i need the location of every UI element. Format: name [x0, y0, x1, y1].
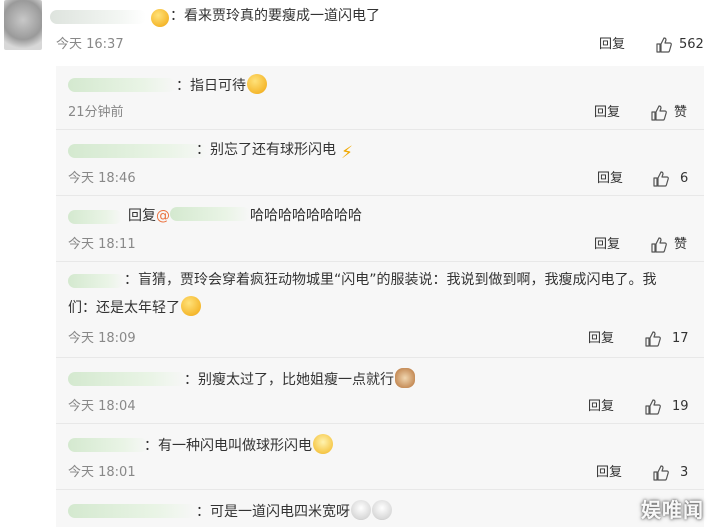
- bun-face-emoji-icon: [372, 500, 392, 520]
- mentioned-username-blurred[interactable]: [170, 207, 250, 221]
- crying-laugh-emoji-icon: [181, 296, 201, 316]
- thumbs-up-icon[interactable]: [644, 398, 662, 416]
- like-count: 19: [672, 399, 689, 414]
- bun-face-emoji-icon: [351, 500, 371, 520]
- reply-time: 今天 18:09: [68, 331, 136, 346]
- mention-link[interactable]: @: [156, 208, 170, 224]
- reply-text: 回复@ 哈哈哈哈哈哈哈哈: [128, 206, 362, 226]
- reply-text-line2: 们：还是太年轻了: [68, 296, 201, 318]
- reply-text-content: ：别忘了还有球形闪电: [196, 142, 336, 158]
- reply-text: ：别瘦太过了，比她姐瘦一点就行: [184, 368, 415, 390]
- username-blurred[interactable]: [68, 438, 148, 452]
- reply-button[interactable]: 回复: [588, 398, 614, 416]
- reply-text-content: ：指日可待: [176, 78, 246, 94]
- reply-button[interactable]: 回复: [594, 104, 620, 122]
- replies-panel: ：指日可待 21分钟前 回复 赞 ：别忘了还有球形闪电 ⚡ 今天 18:46 回复…: [56, 66, 704, 527]
- reply-text-content: ：别瘦太过了，比她姐瘦一点就行: [184, 372, 394, 388]
- like-count: 3: [680, 465, 689, 480]
- avatar[interactable]: [4, 0, 42, 50]
- like-count: 赞: [674, 237, 688, 252]
- like-count: 17: [672, 331, 689, 346]
- reply-button[interactable]: 回复: [599, 36, 625, 54]
- username-blurred[interactable]: [68, 210, 122, 224]
- face-emoji-icon: [247, 74, 267, 94]
- reply-item: ：别忘了还有球形闪电 ⚡ 今天 18:46 回复 6: [56, 130, 704, 196]
- shush-emoji-icon: [313, 434, 333, 454]
- watermark-logo: 娱唯闻: [641, 498, 704, 522]
- username-blurred[interactable]: [68, 274, 124, 288]
- comment-text: ：看来贾玲真的要瘦成一道闪电了: [170, 8, 380, 24]
- main-comment: ：看来贾玲真的要瘦成一道闪电了 今天 16:37 回复 562: [0, 0, 712, 62]
- username-blurred[interactable]: [68, 78, 176, 92]
- reply-button[interactable]: 回复: [597, 170, 623, 188]
- reply-prefix: 回复: [128, 208, 156, 224]
- comment-time: 今天 16:37: [56, 37, 124, 52]
- reply-button[interactable]: 回复: [596, 464, 622, 482]
- reply-time: 今天 18:46: [68, 171, 136, 186]
- cat-emoji-icon: [395, 368, 415, 388]
- thumbs-up-icon[interactable]: [650, 236, 668, 254]
- lightning-icon: ⚡: [341, 143, 353, 163]
- reply-item: ：别瘦太过了，比她姐瘦一点就行 今天 18:04 回复 19: [56, 358, 704, 424]
- like-count: 6: [680, 171, 689, 186]
- reply-text: ：有一种闪电叫做球形闪电: [144, 434, 333, 456]
- like-count: 562: [679, 37, 704, 52]
- reply-item: ：盲猜，贾玲会穿着疯狂动物城里“闪电”的服装说：我说到做到啊，我瘦成闪电了。我 …: [56, 262, 704, 358]
- reply-time: 今天 18:04: [68, 399, 136, 414]
- username-blurred[interactable]: [68, 504, 196, 518]
- like-count: 赞: [674, 105, 688, 120]
- reply-text-content: 哈哈哈哈哈哈哈哈: [250, 208, 362, 224]
- username-blurred[interactable]: [68, 372, 186, 386]
- thumbs-up-icon[interactable]: [650, 104, 668, 122]
- reply-button[interactable]: 回复: [588, 330, 614, 348]
- thumbs-up-icon[interactable]: [644, 330, 662, 348]
- reply-item: ：可是一道闪电四米宽呀: [56, 490, 704, 527]
- reply-time: 今天 18:01: [68, 465, 136, 480]
- thumbs-up-icon[interactable]: [652, 170, 670, 188]
- reply-item: ：指日可待 21分钟前 回复 赞: [56, 66, 704, 130]
- username-blurred[interactable]: [50, 10, 146, 24]
- reply-text-content: ：有一种闪电叫做球形闪电: [144, 438, 312, 454]
- reply-time: 今天 18:11: [68, 237, 136, 252]
- reply-text: ：别忘了还有球形闪电 ⚡: [196, 140, 357, 163]
- reply-item: 回复@ 哈哈哈哈哈哈哈哈 今天 18:11 回复 赞: [56, 196, 704, 262]
- username-blurred[interactable]: [68, 144, 208, 158]
- reply-item: ：有一种闪电叫做球形闪电 今天 18:01 回复 3: [56, 424, 704, 490]
- reply-text: ：指日可待: [176, 74, 267, 96]
- reply-button[interactable]: 回复: [594, 236, 620, 254]
- reply-text: ：盲猜，贾玲会穿着疯狂动物城里“闪电”的服装说：我说到做到啊，我瘦成闪电了。我: [124, 272, 657, 288]
- thumbs-up-icon[interactable]: [655, 36, 673, 54]
- reply-text-content: 们：还是太年轻了: [68, 300, 180, 316]
- reply-text: ：可是一道闪电四米宽呀: [196, 500, 392, 522]
- thumbs-up-icon[interactable]: [652, 464, 670, 482]
- heart-emoji-icon: [151, 9, 169, 27]
- reply-time: 21分钟前: [68, 105, 124, 120]
- reply-text-content: ：可是一道闪电四米宽呀: [196, 504, 350, 520]
